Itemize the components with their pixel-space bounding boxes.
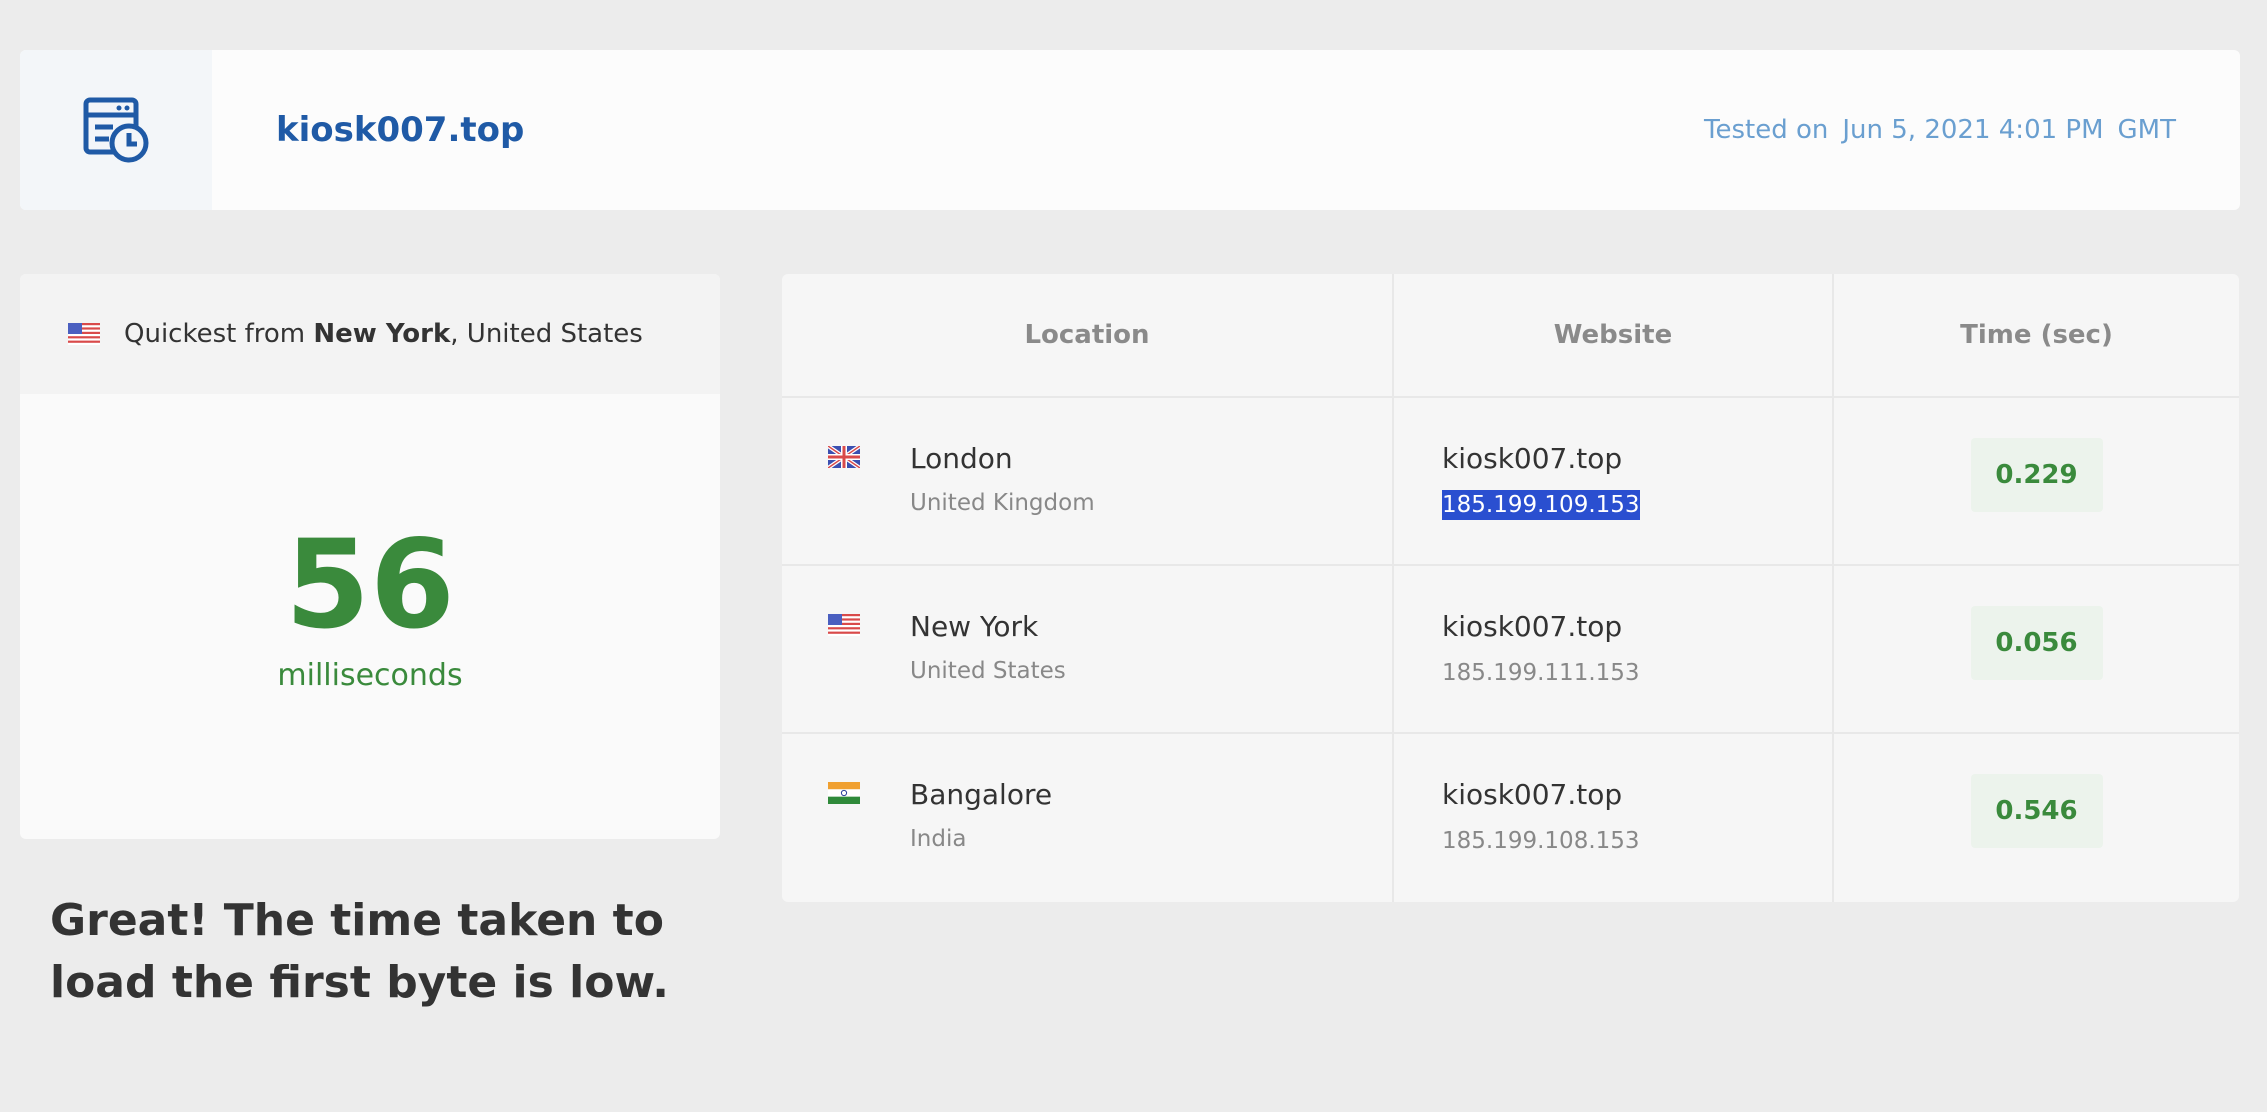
location-cell: London United Kingdom (782, 398, 1394, 564)
quickest-city: New York (313, 319, 451, 349)
column-header-time: Time (sec) (1960, 320, 2113, 350)
header-icon-box (20, 50, 212, 210)
header-card: kiosk007.top Tested on Jun 5, 2021 4:01 … (20, 50, 2240, 210)
tested-datetime: Jun 5, 2021 4:01 PM (1842, 115, 2104, 145)
time-badge: 0.056 (1970, 606, 2103, 680)
server-clock-icon (83, 97, 149, 163)
us-flag-icon (828, 614, 860, 636)
website-cell: kiosk007.top 185.199.111.153 (1394, 566, 1834, 732)
ttfb-unit: milliseconds (277, 658, 463, 693)
column-header-location: Location (782, 274, 1394, 396)
time-badge: 0.546 (1970, 774, 2103, 848)
website-cell: kiosk007.top 185.199.108.153 (1394, 734, 1834, 902)
time-cell: 0.229 (1834, 398, 2239, 564)
website-cell: kiosk007.top 185.199.109.153 (1394, 398, 1834, 564)
country-name: United Kingdom (910, 490, 1095, 516)
tested-timezone: GMT (2117, 115, 2176, 145)
domain-text: kiosk007.top (1442, 442, 1623, 475)
uk-flag-icon (828, 446, 860, 468)
country-name: India (910, 826, 967, 852)
table-row: London United Kingdom kiosk007.top 185.1… (782, 398, 2239, 566)
city-name: Bangalore (910, 778, 1053, 811)
time-badge: 0.229 (1970, 438, 2103, 512)
site-title: kiosk007.top (276, 110, 525, 150)
time-cell: 0.546 (1834, 734, 2239, 902)
table-row: New York United States kiosk007.top 185.… (782, 566, 2239, 734)
verdict-text: Great! The time taken to load the first … (50, 895, 670, 1008)
location-cell: New York United States (782, 566, 1394, 732)
column-header-website: Website (1394, 274, 1834, 396)
quickest-suffix: , United States (450, 319, 643, 349)
tested-info: Tested on Jun 5, 2021 4:01 PM GMT (1704, 115, 2176, 145)
results-table: Location Website Time (sec) London Unite… (782, 274, 2239, 902)
city-name: New York (910, 610, 1039, 643)
table-row: Bangalore India kiosk007.top 185.199.108… (782, 734, 2239, 902)
summary-card: Quickest from New York, United States 56… (20, 274, 720, 839)
table-header-row: Location Website Time (sec) (782, 274, 2239, 398)
country-name: United States (910, 658, 1066, 684)
city-name: London (910, 442, 1013, 475)
ttfb-value: 56 (285, 514, 455, 656)
location-cell: Bangalore India (782, 734, 1394, 902)
us-flag-icon (68, 323, 100, 345)
summary-body: 56 milliseconds (20, 394, 720, 693)
tested-label: Tested on (1704, 115, 1829, 145)
quickest-prefix: Quickest from (124, 319, 306, 349)
ip-address[interactable]: 185.199.111.153 (1442, 658, 1640, 688)
domain-text: kiosk007.top (1442, 778, 1623, 811)
time-cell: 0.056 (1834, 566, 2239, 732)
domain-text: kiosk007.top (1442, 610, 1623, 643)
ip-address[interactable]: 185.199.108.153 (1442, 826, 1640, 856)
ip-address-selected[interactable]: 185.199.109.153 (1442, 490, 1640, 520)
india-flag-icon (828, 782, 860, 804)
quickest-location: Quickest from New York, United States (20, 274, 720, 394)
